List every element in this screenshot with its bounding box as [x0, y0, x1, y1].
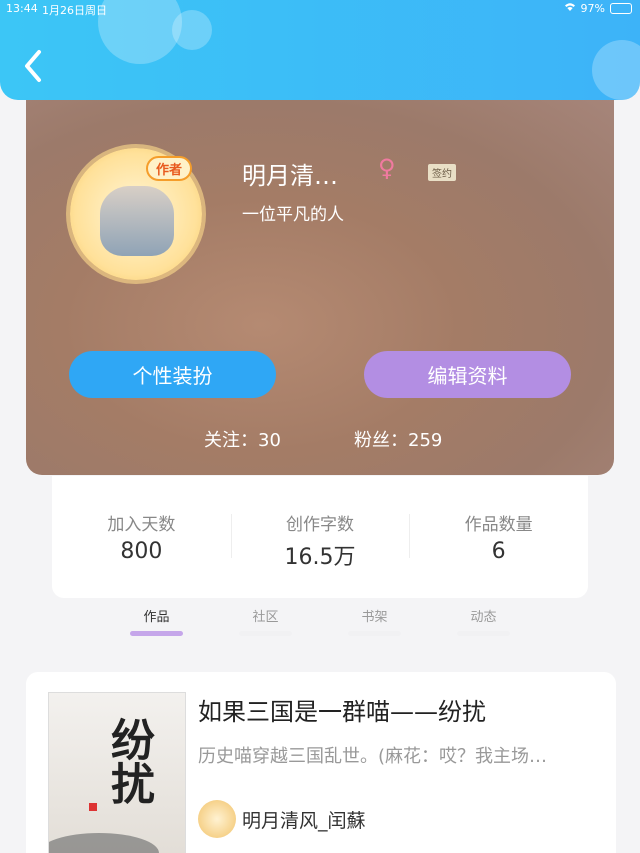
- back-button[interactable]: [20, 48, 48, 84]
- edit-profile-button[interactable]: 编辑资料: [364, 351, 571, 398]
- decor-bubble: [592, 40, 640, 100]
- profile-name: 明月清…: [242, 162, 338, 190]
- author-badge: 作者: [145, 156, 192, 181]
- top-header: 13:44 1月26日周日 97%: [0, 0, 640, 100]
- work-author: 明月清风_闰蘇: [242, 810, 366, 832]
- contract-tag: 签约: [428, 164, 456, 181]
- stat-word-count: 创作字数 16.5万: [230, 476, 410, 598]
- author-avatar: [198, 800, 236, 838]
- fans-count[interactable]: 粉丝：259: [354, 426, 442, 452]
- tab-label: 动态: [470, 610, 497, 625]
- status-time: 13:44: [6, 2, 38, 15]
- avatar[interactable]: 作者: [70, 148, 202, 280]
- battery-percent: 97%: [580, 2, 605, 15]
- profile-bio: 一位平凡的人: [242, 205, 344, 225]
- profile-card: 作者 明月清… ♀ 签约 一位平凡的人 个性装扮 编辑资料 关注：30 粉丝：2…: [26, 100, 614, 475]
- stat-join-days: 加入天数 800: [52, 476, 231, 598]
- tab-label: 作品: [143, 610, 170, 625]
- work-description: 历史喵穿越三国乱世。(麻花：哎？我主场…: [198, 746, 548, 767]
- stat-label: 加入天数: [107, 515, 176, 535]
- tab-label: 书架: [361, 610, 388, 625]
- dress-up-button[interactable]: 个性装扮: [69, 351, 276, 398]
- tab-indicator: [457, 631, 510, 636]
- stat-value: 16.5万: [284, 545, 356, 570]
- avatar-illustration: [100, 186, 174, 256]
- tab-indicator: [239, 631, 292, 636]
- chevron-left-icon: [25, 50, 41, 82]
- work-card[interactable]: 纷扰 如果三国是一群喵——纷扰 历史喵穿越三国乱世。(麻花：哎？我主场… 明月清…: [26, 672, 616, 853]
- tab-label: 社区: [252, 610, 279, 625]
- tab-community[interactable]: 社区: [211, 600, 320, 640]
- following-count[interactable]: 关注：30: [204, 426, 281, 452]
- work-title[interactable]: 如果三国是一群喵——纷扰: [198, 692, 486, 727]
- status-bar: 13:44 1月26日周日 97%: [0, 0, 640, 18]
- stat-value: 6: [491, 539, 506, 564]
- book-cover[interactable]: 纷扰: [48, 692, 186, 853]
- cover-ink: [49, 833, 159, 853]
- tab-works[interactable]: 作品: [102, 600, 211, 640]
- stats-panel: 加入天数 800 创作字数 16.5万 作品数量 6: [52, 476, 588, 598]
- battery-icon: [610, 3, 632, 14]
- tab-indicator: [348, 631, 401, 636]
- cover-title: 纷扰: [103, 717, 154, 805]
- status-date: 1月26日周日: [42, 4, 107, 17]
- wifi-icon: [564, 2, 576, 15]
- tab-bookshelf[interactable]: 书架: [320, 600, 429, 640]
- stat-label: 创作字数: [286, 515, 354, 535]
- female-icon: ♀: [378, 154, 396, 182]
- tab-indicator: [130, 631, 183, 636]
- tab-activity[interactable]: 动态: [429, 600, 538, 640]
- stat-value: 800: [120, 539, 163, 564]
- cover-stamp: [89, 803, 97, 811]
- status-right: 97%: [564, 2, 632, 15]
- profile-tabs: 作品 社区 书架 动态: [102, 600, 538, 640]
- stat-label: 作品数量: [464, 515, 533, 535]
- stat-works-count: 作品数量 6: [409, 476, 588, 598]
